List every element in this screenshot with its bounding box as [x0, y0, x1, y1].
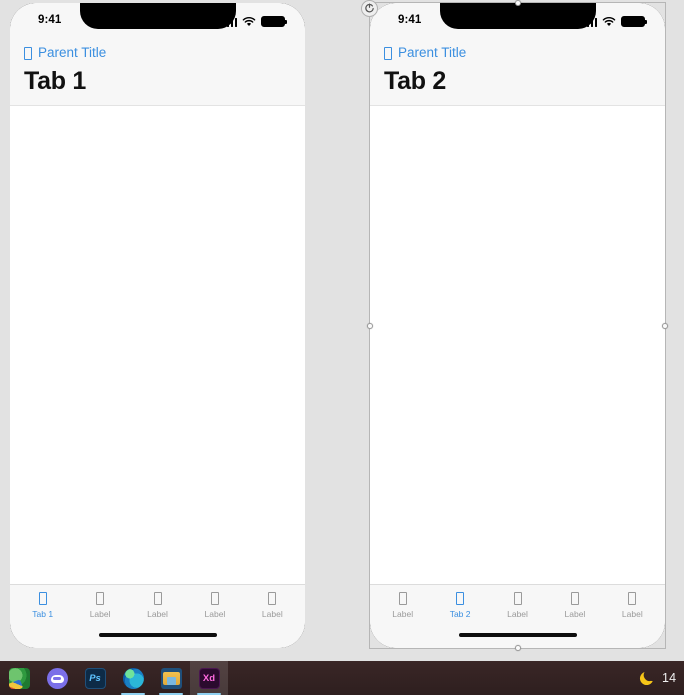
tab-icon [153, 591, 162, 605]
tab-icon [570, 591, 579, 605]
taskbar-app-paint[interactable] [0, 661, 38, 695]
home-indicator[interactable] [98, 632, 217, 638]
status-bar-time: 9:41 [398, 14, 422, 26]
tab-label: Label [564, 608, 586, 619]
moon-night-light-icon[interactable] [638, 669, 656, 687]
rotate-handle-icon[interactable] [361, 0, 378, 17]
tab-item-2[interactable]: Label [489, 591, 546, 619]
tab-bar[interactable]: Label Tab 2 Label Label Label [370, 583, 665, 622]
tab-label: Label [261, 608, 283, 619]
status-bar-icons [582, 15, 648, 27]
page-title: Tab 1 [24, 67, 86, 95]
tab-icon [456, 591, 465, 605]
cellular-signal-icon [222, 17, 237, 27]
taskbar-app-discord[interactable] [38, 661, 76, 695]
home-indicator[interactable] [458, 632, 577, 638]
tab-label: Tab 1 [32, 608, 54, 619]
file-explorer-icon [160, 667, 182, 689]
adobe-xd-icon: Xd [198, 667, 220, 689]
tab-label: Label [507, 608, 528, 619]
taskbar-app-list: Ps Xd [0, 661, 228, 695]
artboard-tab-1[interactable]: 9:41 Parent Title Tab 1 Tab 1 Label Labe… [10, 3, 305, 648]
nav-header: Parent Title Tab 2 [370, 43, 665, 105]
tab-icon [96, 591, 105, 605]
home-indicator-area [10, 622, 305, 648]
battery-icon [261, 16, 288, 27]
tab-item-2[interactable]: Label [129, 591, 186, 619]
back-button[interactable]: Parent Title [24, 43, 291, 63]
tab-icon [38, 591, 47, 605]
tab-item-4[interactable]: Label [604, 591, 661, 619]
tab-icon [398, 591, 407, 605]
windows-taskbar[interactable]: Ps Xd 14 [0, 661, 684, 695]
taskbar-app-edge[interactable] [114, 661, 152, 695]
tab-label: Label [147, 608, 168, 619]
cellular-signal-icon [582, 17, 597, 27]
back-label: Parent Title [398, 45, 467, 61]
tab-icon [210, 591, 219, 605]
back-label: Parent Title [38, 45, 107, 61]
taskbar-clock[interactable]: 14 [662, 671, 680, 685]
xd-canvas[interactable]: 9:41 Parent Title Tab 1 Tab 1 Label Labe… [0, 0, 684, 661]
tab-item-0[interactable]: Label [374, 591, 431, 619]
screen-content-area [10, 104, 305, 584]
rotate-glyph-icon [365, 3, 374, 13]
screen-content-area [370, 104, 665, 584]
artboard-tab-2[interactable]: 9:41 Parent Title Tab 2 Label Tab 2 Labe… [370, 3, 665, 648]
tab-item-0[interactable]: Tab 1 [14, 591, 71, 619]
tab-label: Label [392, 608, 414, 619]
photoshop-icon: Ps [84, 667, 106, 689]
status-bar-icons [222, 15, 288, 27]
phone-screen-tab-2: 9:41 Parent Title Tab 2 Label Tab 2 Labe… [370, 3, 665, 648]
page-title: Tab 2 [384, 67, 446, 95]
tab-label: Label [621, 608, 643, 619]
status-bar: 9:41 [10, 3, 305, 43]
taskbar-app-file-explorer[interactable] [152, 661, 190, 695]
tab-label: Label [89, 608, 111, 619]
home-indicator-area [370, 622, 665, 648]
tab-label: Tab 2 [449, 608, 471, 619]
tab-item-4[interactable]: Label [244, 591, 301, 619]
status-bar: 9:41 [370, 3, 665, 43]
edge-icon [122, 667, 144, 689]
wifi-icon [242, 17, 256, 27]
tab-label: Label [204, 608, 226, 619]
back-button[interactable]: Parent Title [384, 43, 651, 63]
wifi-icon [602, 17, 616, 27]
tab-icon [268, 591, 277, 605]
tab-item-1[interactable]: Label [71, 591, 128, 619]
desktop-screen: 9:41 Parent Title Tab 1 Tab 1 Label Labe… [0, 0, 684, 695]
notch [439, 3, 596, 29]
phone-screen-tab-1: 9:41 Parent Title Tab 1 Tab 1 Label Labe… [10, 3, 305, 648]
tab-icon [513, 591, 522, 605]
back-chevron-icon [24, 46, 32, 60]
battery-icon [621, 16, 648, 27]
status-bar-time: 9:41 [38, 14, 62, 26]
tab-icon [628, 591, 637, 605]
back-chevron-icon [384, 46, 392, 60]
paint-app-icon [8, 667, 30, 689]
tab-item-1[interactable]: Tab 2 [431, 591, 488, 619]
taskbar-tray: 14 [638, 661, 684, 695]
taskbar-app-photoshop[interactable]: Ps [76, 661, 114, 695]
taskbar-app-adobe-xd[interactable]: Xd [190, 661, 228, 695]
notch [79, 3, 236, 29]
tab-item-3[interactable]: Label [186, 591, 243, 619]
discord-icon [46, 667, 68, 689]
tab-item-3[interactable]: Label [546, 591, 603, 619]
tab-bar[interactable]: Tab 1 Label Label Label Label [10, 583, 305, 622]
nav-header: Parent Title Tab 1 [10, 43, 305, 105]
